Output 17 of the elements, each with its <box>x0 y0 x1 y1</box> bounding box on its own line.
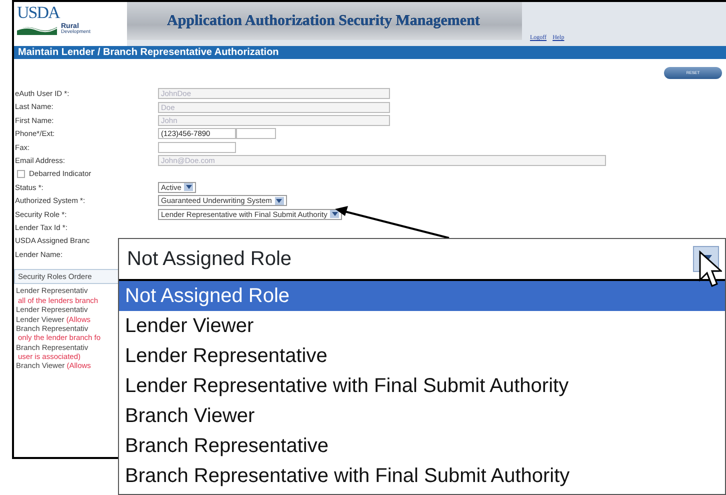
caret-icon <box>186 185 192 190</box>
app-title: Application Authorization Security Management <box>167 12 480 31</box>
dropdown-option[interactable]: Lender Representative <box>119 341 725 371</box>
page-title: Maintain Lender / Branch Representative Authorization <box>14 46 726 59</box>
checkbox[interactable] <box>17 170 25 178</box>
dropdown-option[interactable]: Lender Representative with Final Submit Authority <box>119 371 725 401</box>
input-field[interactable] <box>158 142 236 153</box>
mouse-cursor-icon <box>698 250 722 290</box>
logo-text: USDA <box>17 4 61 21</box>
caret-icon <box>276 198 282 203</box>
dropdown-option[interactable]: Branch Representative with Final Submit Authority <box>119 461 725 491</box>
caret-icon <box>332 212 338 216</box>
extension-field[interactable] <box>236 128 276 140</box>
dropdown-option[interactable]: Lender Viewer <box>119 311 725 341</box>
dropdown-option[interactable]: Branch Viewer <box>119 401 725 431</box>
dropdown-option[interactable]: Not Assigned Role <box>119 281 725 311</box>
dropdown-option[interactable]: Branch Representative <box>119 431 725 461</box>
